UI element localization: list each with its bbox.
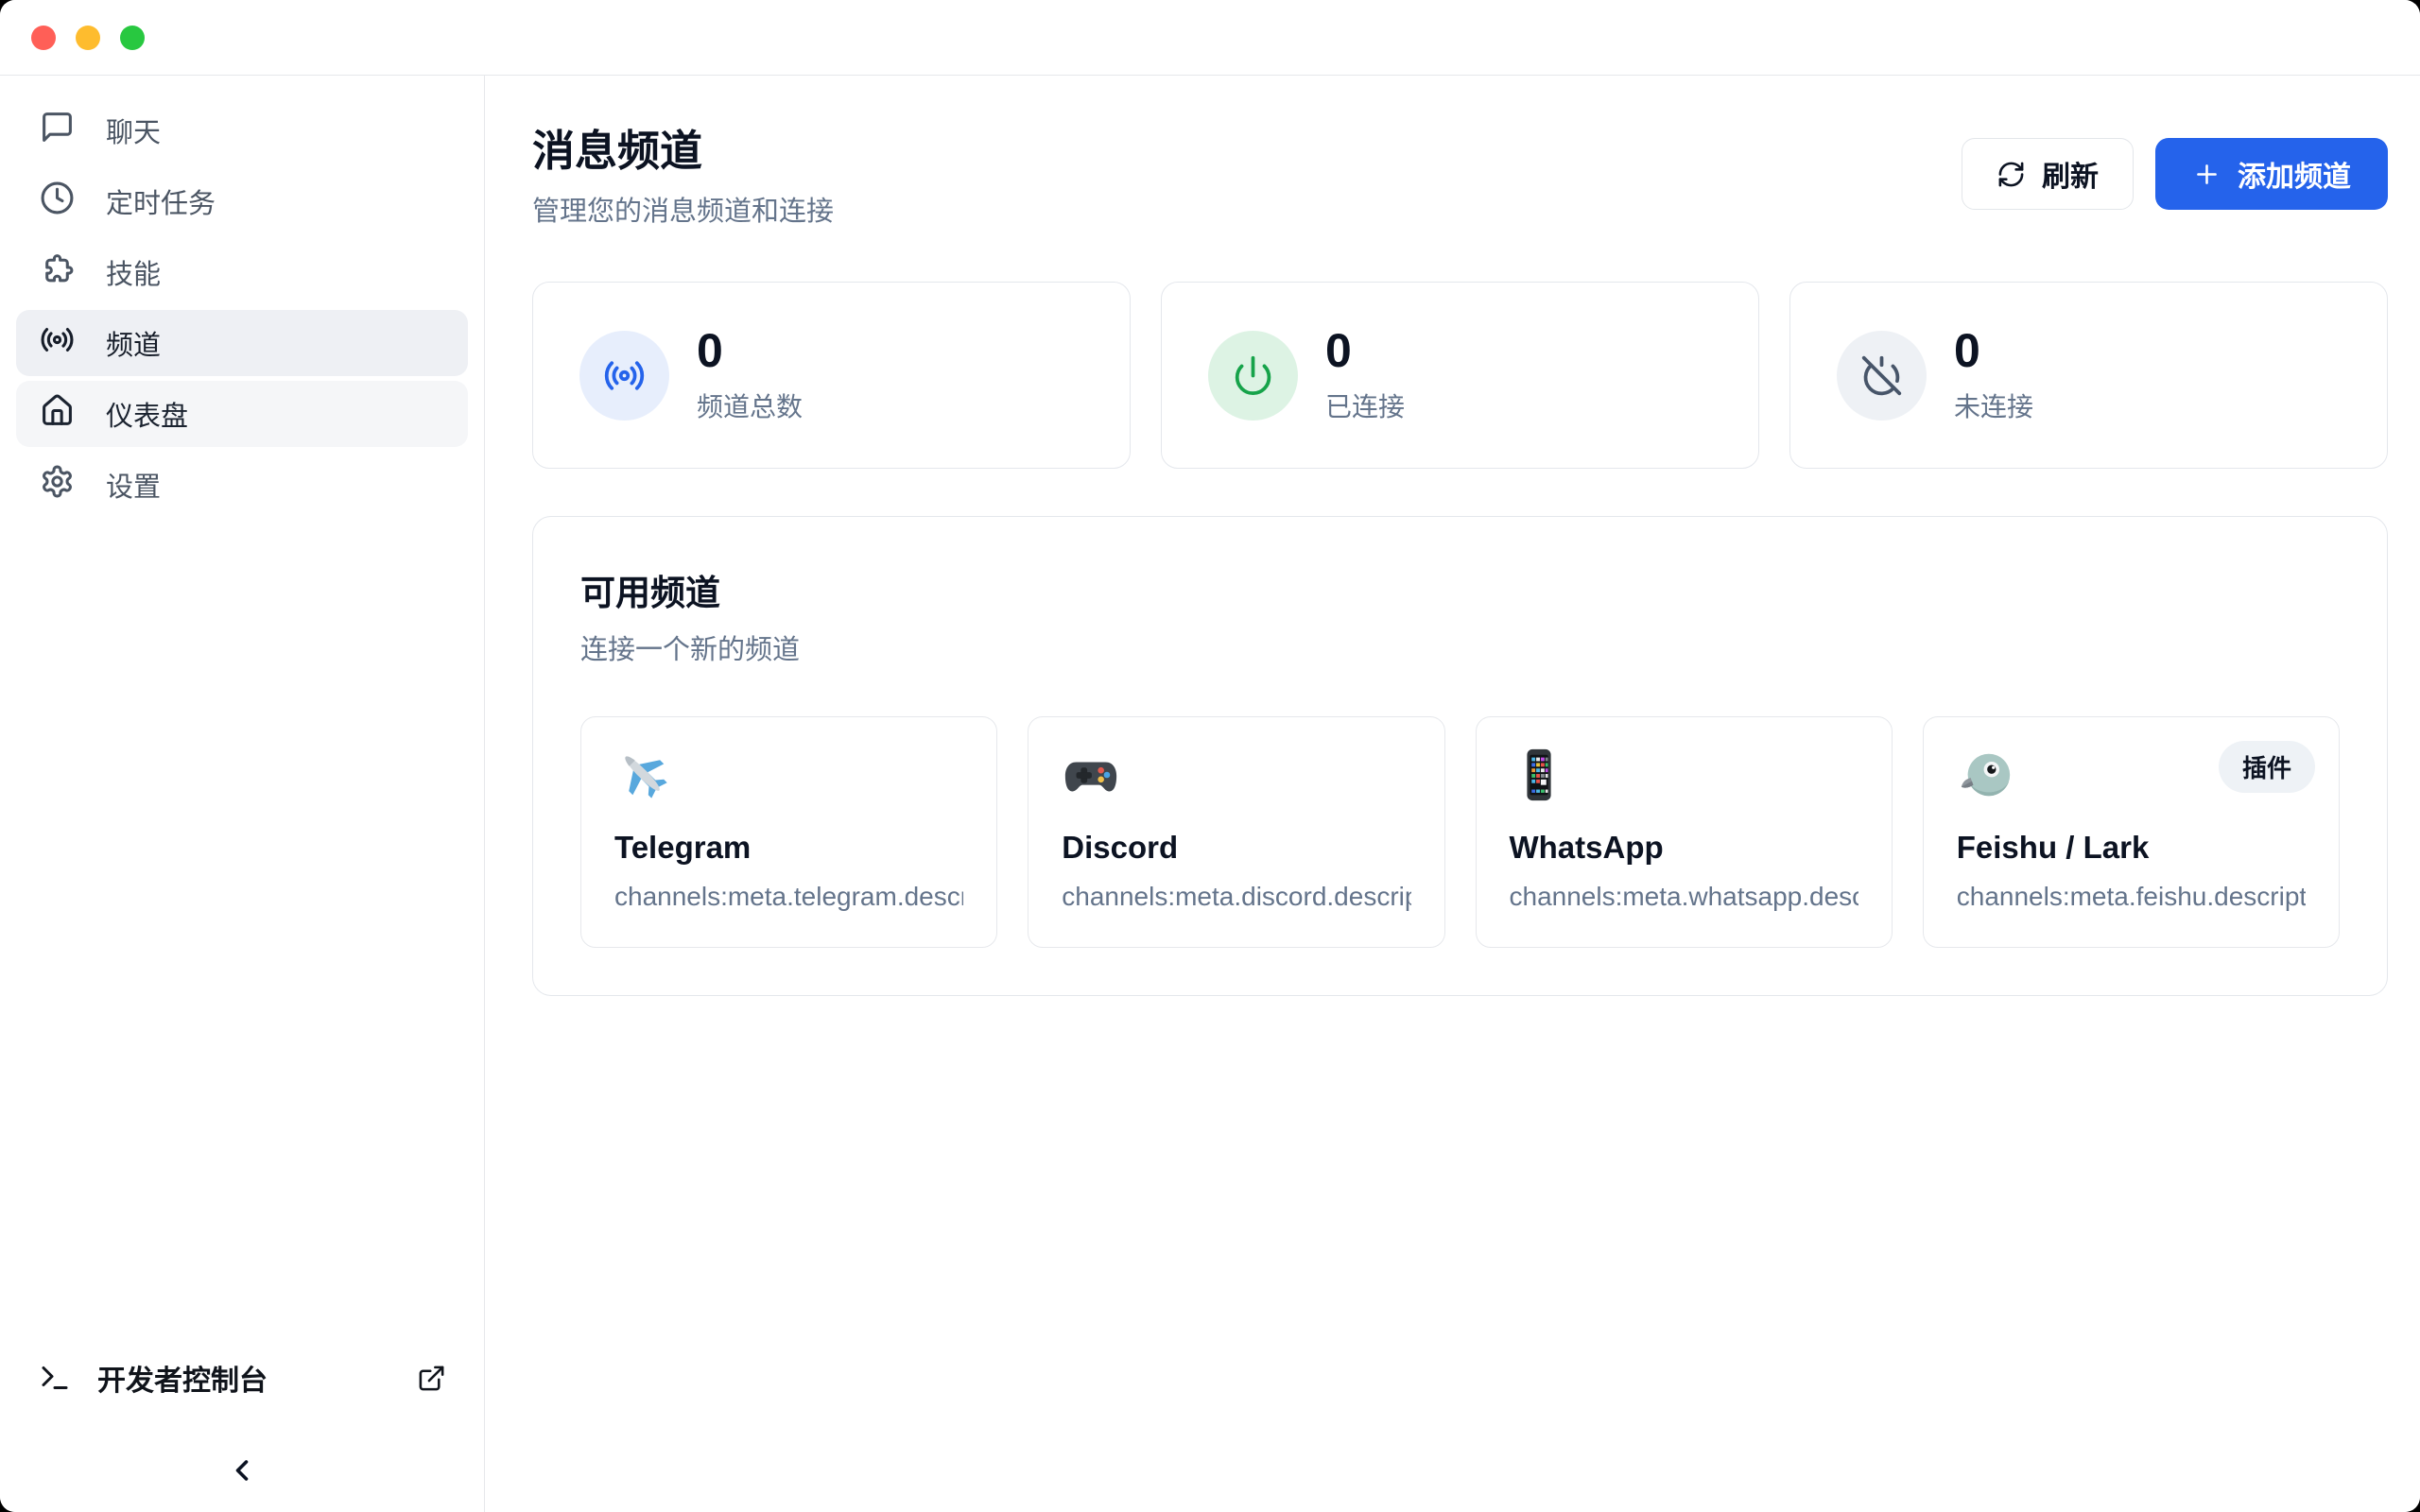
main-content: 消息频道 管理您的消息频道和连接 刷新 添加频道: [485, 76, 2420, 1512]
close-window-button[interactable]: [31, 26, 56, 50]
clock-icon: [40, 180, 75, 223]
chat-bubble-icon: [40, 110, 75, 152]
channel-description: channels:meta.telegram.descript: [614, 882, 963, 912]
refresh-icon: [1996, 160, 2026, 189]
broadcast-icon: [40, 322, 75, 365]
external-link-icon[interactable]: [417, 1364, 446, 1393]
home-icon: [40, 393, 75, 436]
sidebar: 聊天 定时任务 技能 频道 仪表盘: [0, 76, 485, 1512]
sidebar-item-channels[interactable]: 频道: [16, 310, 468, 376]
channel-description: channels:meta.feishu.description: [1957, 882, 2306, 912]
developer-console-label: 开发者控制台: [97, 1357, 268, 1399]
channel-name: Telegram: [614, 830, 963, 866]
power-off-icon: [1837, 331, 1927, 421]
channel-card-discord[interactable]: Discord channels:meta.discord.descriptic: [1028, 716, 1444, 948]
channel-name: WhatsApp: [1510, 830, 1858, 866]
stat-card-total-channels: 0 频道总数: [532, 282, 1131, 469]
panel-subtitle: 连接一个新的频道: [580, 627, 2340, 667]
airplane-icon: [614, 746, 673, 804]
gear-icon: [40, 464, 75, 507]
app-window: 聊天 定时任务 技能 频道 仪表盘: [0, 0, 2420, 1512]
stat-value: 0: [697, 327, 803, 374]
channel-card-whatsapp[interactable]: WhatsApp channels:meta.whatsapp.descrip: [1476, 716, 1893, 948]
stat-card-connected: 0 已连接: [1161, 282, 1759, 469]
puzzle-piece-icon: [40, 251, 75, 294]
sidebar-item-label: 仪表盘: [106, 394, 188, 434]
zoom-window-button[interactable]: [120, 26, 145, 50]
sidebar-item-label: 技能: [106, 252, 161, 292]
stat-label: 未连接: [1954, 387, 2033, 424]
sidebar-nav: 聊天 定时任务 技能 频道 仪表盘: [0, 93, 484, 1357]
minimize-window-button[interactable]: [76, 26, 100, 50]
developer-console-link[interactable]: 开发者控制台: [38, 1357, 446, 1399]
available-channels-panel: 可用频道 连接一个新的频道 Telegram channels:meta.te: [532, 516, 2388, 996]
mobile-phone-icon: [1510, 746, 1568, 804]
terminal-icon: [38, 1361, 72, 1395]
channel-description: channels:meta.whatsapp.descrip: [1510, 882, 1858, 912]
page-title: 消息频道: [532, 129, 834, 173]
channel-description: channels:meta.discord.descriptic: [1062, 882, 1410, 912]
titlebar: [0, 0, 2420, 76]
channel-name: Discord: [1062, 830, 1410, 866]
stat-value: 0: [1954, 327, 2033, 374]
refresh-button[interactable]: 刷新: [1962, 138, 2134, 210]
sidebar-item-label: 设置: [106, 465, 161, 505]
add-channel-button[interactable]: 添加频道: [2155, 138, 2388, 210]
channel-card-telegram[interactable]: Telegram channels:meta.telegram.descript: [580, 716, 997, 948]
channel-card-feishu[interactable]: 插件 Feishu / Lark channels:meta.feishu.de…: [1923, 716, 2340, 948]
bird-icon: [1957, 746, 2015, 804]
power-icon: [1208, 331, 1298, 421]
stat-value: 0: [1325, 327, 1405, 374]
page-subtitle: 管理您的消息频道和连接: [532, 189, 834, 229]
stat-card-disconnected: 0 未连接: [1789, 282, 2388, 469]
sidebar-item-dashboard[interactable]: 仪表盘: [16, 381, 468, 447]
sidebar-item-skills[interactable]: 技能: [16, 239, 468, 305]
sidebar-item-settings[interactable]: 设置: [16, 452, 468, 518]
sidebar-item-label: 聊天: [106, 111, 161, 150]
stat-label: 频道总数: [697, 387, 803, 424]
channel-name: Feishu / Lark: [1957, 830, 2306, 866]
broadcast-icon: [579, 331, 669, 421]
plugin-badge: 插件: [2219, 741, 2315, 793]
game-controller-icon: [1062, 746, 1120, 804]
sidebar-item-label: 定时任务: [106, 181, 216, 221]
collapse-sidebar-chevron-left-icon[interactable]: [225, 1453, 259, 1487]
sidebar-item-label: 频道: [106, 323, 161, 363]
panel-title: 可用频道: [580, 564, 2340, 615]
sidebar-item-scheduled-tasks[interactable]: 定时任务: [16, 168, 468, 234]
sidebar-item-chat[interactable]: 聊天: [16, 97, 468, 163]
stat-label: 已连接: [1325, 387, 1405, 424]
plus-icon: [2192, 160, 2221, 189]
